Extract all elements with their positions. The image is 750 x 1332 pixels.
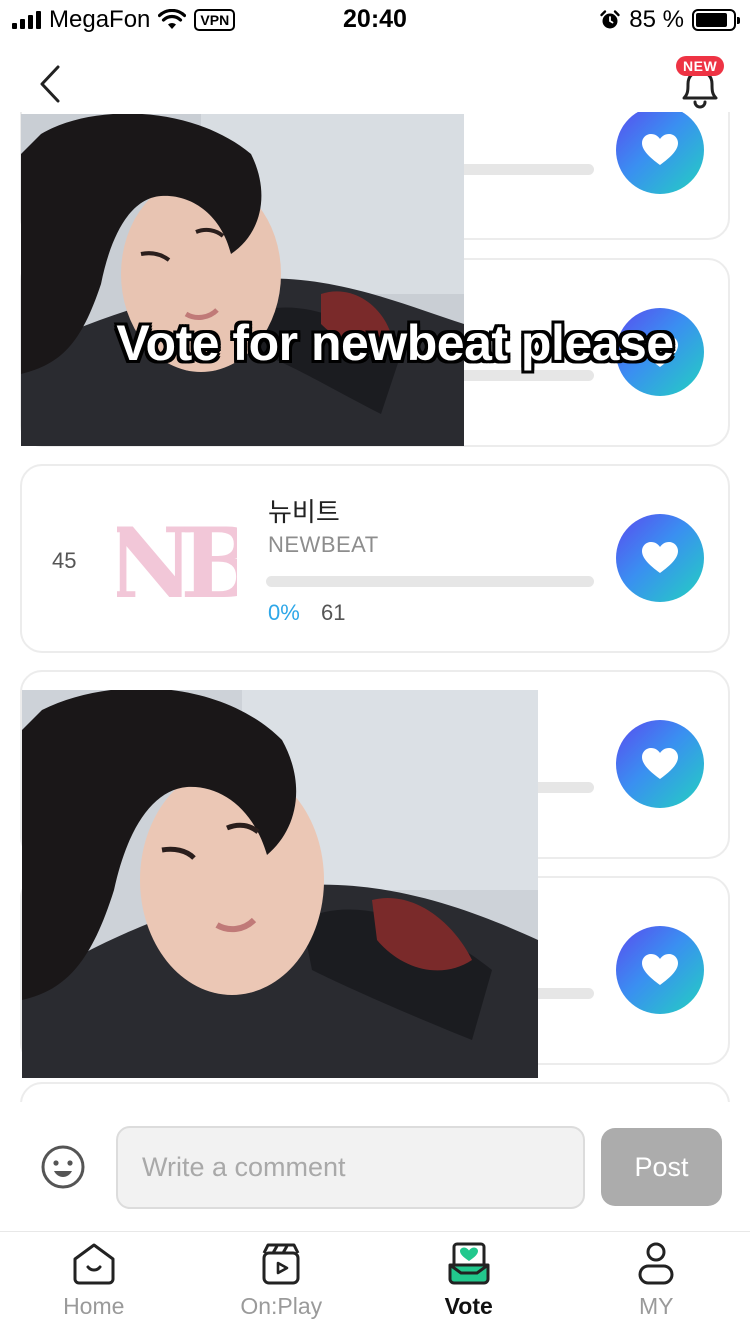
alarm-icon (600, 10, 620, 29)
rank-number: 45 (52, 548, 77, 573)
vote-heart-button[interactable] (616, 112, 704, 194)
overlay-photo (22, 690, 538, 1078)
comment-bar: Post (0, 1104, 750, 1232)
nav-label: MY (639, 1293, 674, 1319)
battery-icon (692, 9, 740, 31)
back-button[interactable] (30, 62, 70, 106)
nav-label: On:Play (240, 1293, 323, 1319)
comment-input[interactable] (116, 1126, 585, 1209)
post-button[interactable]: Post (601, 1128, 722, 1206)
group-name-english: NEWBEAT (268, 532, 379, 557)
vote-heart-button[interactable] (616, 514, 704, 602)
vote-percent: 0% (268, 600, 300, 625)
group-name-korean: 뉴비트 (268, 497, 340, 527)
chevron-left-icon (40, 65, 60, 103)
vote-box-heart-icon (448, 1242, 490, 1285)
heart-icon (642, 134, 678, 165)
vote-progress-bar (266, 576, 594, 587)
new-badge: NEW (676, 56, 725, 76)
heart-icon (642, 542, 678, 573)
group-logo: NB (114, 494, 240, 626)
nav-item-home[interactable]: Home (0, 1233, 188, 1332)
heart-icon (642, 954, 678, 985)
person-photo-image (21, 114, 464, 446)
nav-label: Home (63, 1293, 125, 1319)
clapperboard-play-icon (262, 1243, 300, 1285)
overlay-caption: Vote for newbeat please (116, 315, 674, 371)
person-photo-image (22, 690, 538, 1078)
ranking-card (20, 1082, 730, 1102)
battery-percent: 85 % (629, 6, 684, 33)
nav-item-vote[interactable]: Vote (375, 1233, 563, 1332)
vote-ranking-list[interactable]: 45 NB 뉴비트 NEWBEAT 0% 61 Vote for newbeat… (0, 112, 750, 1102)
newbeat-logo-image: NB (117, 507, 237, 615)
vote-heart-button[interactable] (616, 926, 704, 1014)
status-bar: MegaFon VPN 20:40 85 % (0, 0, 750, 40)
ranking-card-newbeat: 45 NB 뉴비트 NEWBEAT 0% 61 (20, 464, 730, 653)
nav-label: Vote (444, 1293, 493, 1319)
nav-item-my[interactable]: MY (563, 1233, 750, 1332)
bottom-nav: Home On:Play Vote MY (0, 1233, 750, 1332)
nav-item-onplay[interactable]: On:Play (188, 1233, 376, 1332)
heart-icon (642, 748, 678, 779)
emoji-button[interactable] (40, 1144, 86, 1190)
notifications-button[interactable]: NEW (672, 56, 728, 110)
status-right: 85 % (599, 6, 740, 34)
vote-count: 61 (321, 600, 346, 625)
person-icon (638, 1242, 674, 1285)
home-icon (73, 1243, 115, 1285)
overlay-photo (21, 114, 464, 446)
vote-heart-button[interactable] (616, 720, 704, 808)
smiley-icon (41, 1145, 85, 1189)
logo-lettering: NB (117, 507, 237, 615)
